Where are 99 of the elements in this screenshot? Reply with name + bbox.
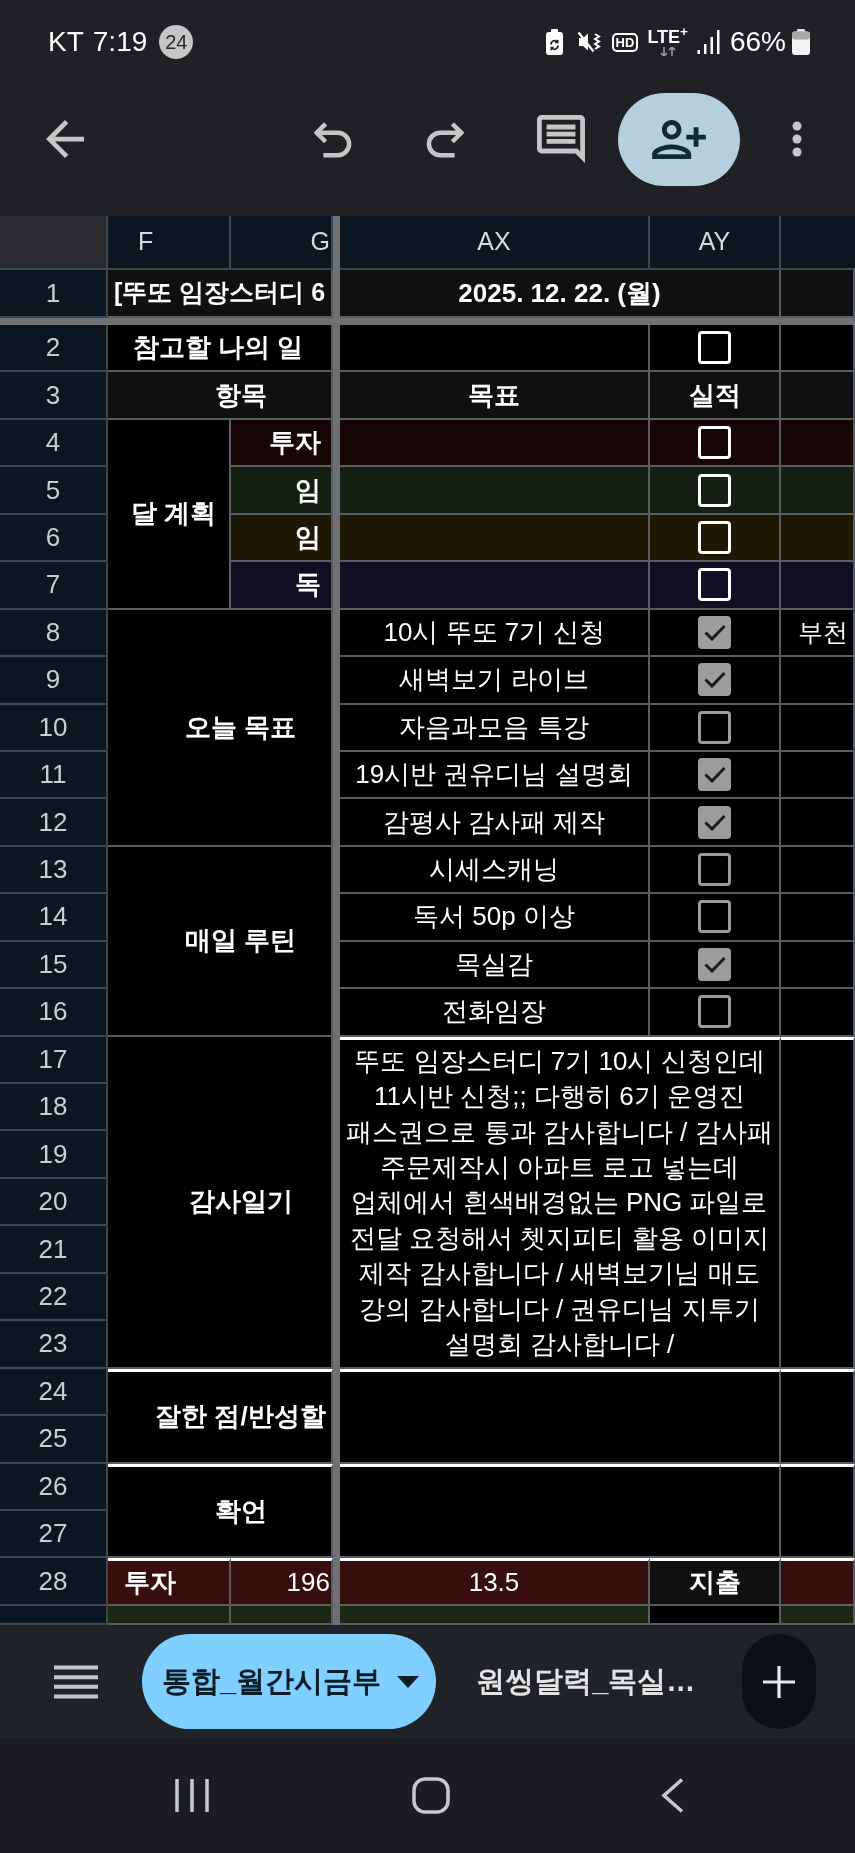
row-header[interactable]: 13 bbox=[0, 846, 108, 895]
corner-cell[interactable] bbox=[0, 216, 108, 270]
row-header[interactable]: 25 bbox=[0, 1416, 108, 1464]
table-cell: 목표 bbox=[340, 372, 650, 420]
row-header[interactable]: 11 bbox=[0, 751, 108, 800]
undo-icon bbox=[314, 120, 352, 158]
table-cell: 임 bbox=[231, 514, 333, 563]
table-cell: 10시 뚜또 7기 신청 bbox=[340, 609, 650, 658]
table-cell: 자음과모음 특강 bbox=[340, 704, 650, 752]
table-cell: 지출 bbox=[650, 1558, 781, 1606]
table-cell: 196 bbox=[231, 1558, 333, 1606]
table-cell: 목실감 bbox=[340, 941, 650, 990]
row-header[interactable]: 14 bbox=[0, 894, 108, 942]
row-header[interactable]: 4 bbox=[0, 419, 108, 468]
table-cell: 감평사 감사패 제작 bbox=[340, 799, 650, 847]
recent-apps-icon bbox=[175, 1779, 209, 1812]
data-arrows-icon bbox=[659, 47, 676, 56]
clock: 7:19 bbox=[92, 28, 148, 56]
more-vertical-icon bbox=[792, 121, 802, 157]
hd-badge: HD bbox=[611, 32, 639, 52]
table-cell: [뚜또 임장스터디 6 bbox=[108, 270, 333, 318]
checkmark-icon bbox=[703, 623, 726, 641]
table-cell: 참고할 나의 일 bbox=[108, 325, 333, 373]
chevron-left-icon bbox=[660, 1778, 684, 1813]
row-header[interactable]: 21 bbox=[0, 1226, 108, 1274]
row-header[interactable]: 26 bbox=[0, 1463, 108, 1511]
table-cell: 투자 bbox=[108, 1558, 231, 1606]
checkbox[interactable] bbox=[698, 805, 731, 839]
mute-icon bbox=[576, 30, 602, 54]
battery-saver-icon bbox=[544, 29, 564, 55]
row-header[interactable]: 6 bbox=[0, 514, 108, 563]
table-cell: 19시반 권유디님 설명회 bbox=[340, 751, 650, 800]
checkbox[interactable] bbox=[698, 995, 731, 1029]
row-header[interactable]: 1 bbox=[0, 270, 108, 318]
row-header[interactable]: 10 bbox=[0, 704, 108, 752]
checkmark-icon bbox=[703, 766, 726, 784]
row-header[interactable]: 24 bbox=[0, 1368, 108, 1417]
table-cell: 새벽보기 라이브 bbox=[340, 657, 650, 705]
row-header[interactable]: 22 bbox=[0, 1273, 108, 1322]
checkbox[interactable] bbox=[698, 900, 731, 934]
row-header[interactable]: 5 bbox=[0, 467, 108, 515]
signal-icon bbox=[696, 30, 720, 54]
comment-icon bbox=[537, 115, 585, 163]
sheet-tab[interactable]: 원씽달력_목실… bbox=[476, 1634, 696, 1729]
table-cell: 전화임장 bbox=[340, 989, 650, 1037]
sheet-tab[interactable]: 통합_월간시금부 bbox=[142, 1634, 437, 1729]
row-header[interactable]: 7 bbox=[0, 562, 108, 610]
caret-icon bbox=[397, 1675, 420, 1688]
table-cell: 2025. 12. 22. (월) bbox=[340, 270, 781, 318]
table-cell: 임 bbox=[231, 467, 333, 515]
checkbox[interactable] bbox=[698, 615, 731, 649]
redo-icon bbox=[426, 120, 464, 158]
column-header[interactable]: G bbox=[231, 216, 333, 270]
row-header[interactable]: 17 bbox=[0, 1036, 108, 1084]
row-header[interactable]: 18 bbox=[0, 1084, 108, 1132]
table-cell: 달 계획 bbox=[108, 419, 231, 610]
checkbox[interactable] bbox=[698, 947, 731, 981]
checkmark-icon bbox=[703, 813, 726, 831]
row-header[interactable]: 15 bbox=[0, 941, 108, 990]
table-cell: 투자 bbox=[231, 419, 333, 468]
back-arrow-icon bbox=[46, 120, 84, 158]
row-header[interactable]: 2 bbox=[0, 325, 108, 373]
checkbox[interactable] bbox=[698, 758, 731, 792]
row-header[interactable]: 20 bbox=[0, 1178, 108, 1227]
table-cell: 실적 bbox=[650, 372, 781, 420]
table-cell: 독 bbox=[231, 562, 333, 610]
row-header[interactable]: 23 bbox=[0, 1321, 108, 1369]
plus-icon bbox=[763, 1665, 795, 1698]
battery-icon bbox=[792, 29, 810, 55]
row-header[interactable]: 12 bbox=[0, 799, 108, 847]
checkmark-icon bbox=[703, 955, 726, 973]
checkmark-icon bbox=[703, 671, 726, 689]
row-header[interactable]: 27 bbox=[0, 1510, 108, 1559]
table-cell: 뚜또 임장스터디 7기 10시 신청인데 11시반 신청;; 다행히 6기 운영진 패스권으로 통과 감사합니다 / 감사패 주문제작시 아파트 로고 넣는데 업체에서 흰색배경없는 PNG 파일로 전달 요청해서 쳇지피티 활용 이미지 제작 감사합니다 / 새벽보기님 매도 강의 감사합니다 / 권유디님 지투기 설명회 감사합니다 / bbox=[340, 1036, 781, 1369]
checkbox[interactable] bbox=[698, 853, 731, 887]
column-header[interactable]: AY bbox=[650, 216, 781, 270]
row-header[interactable]: 3 bbox=[0, 372, 108, 420]
row-header[interactable]: 8 bbox=[0, 609, 108, 658]
table-cell: 부천 bbox=[781, 609, 855, 658]
column-header[interactable]: AX bbox=[340, 216, 650, 270]
carrier-label: KT bbox=[48, 28, 84, 56]
checkbox[interactable] bbox=[698, 710, 731, 744]
table-cell: 잘한 점/반성할 bbox=[108, 1368, 333, 1464]
table-cell: 항목 bbox=[108, 372, 333, 420]
row-header[interactable]: 16 bbox=[0, 989, 108, 1037]
row-header[interactable]: 28 bbox=[0, 1558, 108, 1606]
table-cell: 독서 50p 이상 bbox=[340, 894, 650, 942]
table-cell: 시세스캐닝 bbox=[340, 846, 650, 895]
home-icon bbox=[412, 1777, 450, 1814]
notification-count-badge: 24 bbox=[159, 25, 194, 59]
checkbox[interactable] bbox=[698, 663, 731, 697]
row-header[interactable]: 19 bbox=[0, 1131, 108, 1179]
person-add-icon bbox=[652, 120, 706, 159]
table-cell: 13.5 bbox=[340, 1558, 650, 1606]
column-header[interactable]: F bbox=[108, 216, 231, 270]
menu-icon bbox=[54, 1664, 98, 1699]
network-type-label: LTE$^{+}$ bbox=[647, 28, 688, 46]
battery-percentage: 66% bbox=[729, 28, 786, 56]
row-header[interactable]: 9 bbox=[0, 657, 108, 705]
